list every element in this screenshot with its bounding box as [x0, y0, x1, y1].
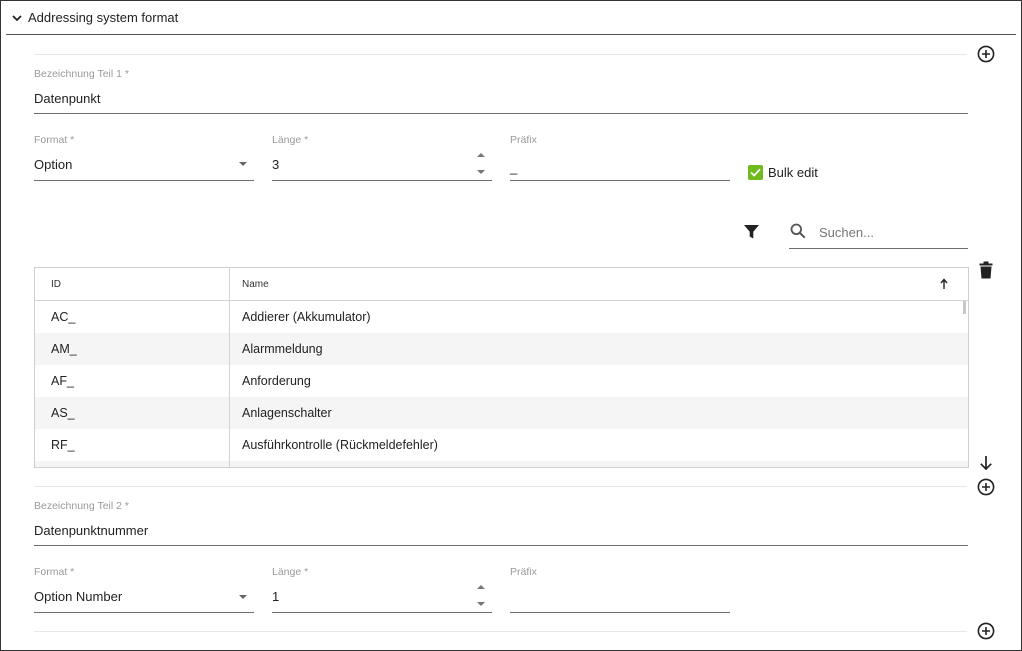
- cell-id: AS_: [51, 406, 75, 420]
- format-underline: [34, 180, 254, 181]
- spin-down-icon[interactable]: [477, 602, 485, 606]
- laenge-label: Länge *: [272, 134, 309, 146]
- header-divider: [6, 34, 1016, 35]
- table-row[interactable]: AC_ Addierer (Akkumulator): [35, 301, 968, 333]
- dropdown-caret-icon[interactable]: [239, 595, 247, 599]
- grid-header: ID Name: [35, 268, 968, 301]
- format-label: Format *: [34, 566, 75, 578]
- add-circle-icon[interactable]: [977, 478, 995, 496]
- bezeichnung-teil-1-input[interactable]: Datenpunkt: [34, 91, 101, 106]
- chevron-down-icon[interactable]: [11, 12, 23, 24]
- spin-up-icon[interactable]: [477, 153, 485, 157]
- praefix-label: Präfix: [510, 134, 537, 146]
- laenge-input[interactable]: 3: [272, 157, 279, 172]
- column-divider: [229, 268, 230, 467]
- add-circle-icon[interactable]: [977, 622, 995, 640]
- cell-id: AF_: [51, 374, 74, 388]
- arrow-down-icon[interactable]: [979, 455, 993, 471]
- search-input[interactable]: [819, 223, 959, 241]
- praefix-underline: [510, 180, 730, 181]
- praefix-input[interactable]: _: [510, 160, 517, 175]
- column-header-name[interactable]: Name: [242, 279, 269, 290]
- cell-name: Ausführkontrolle (Rückmeldefehler): [242, 438, 438, 452]
- data-grid: ID Name AC_ Addierer (Akkumulator) AM_ A…: [34, 267, 969, 468]
- bezeichnung-teil-2-input[interactable]: Datenpunktnummer: [34, 523, 148, 538]
- dropdown-caret-icon[interactable]: [239, 162, 247, 166]
- divider: [34, 54, 967, 55]
- praefix-underline: [510, 612, 730, 613]
- table-row-partial[interactable]: [35, 461, 968, 467]
- bulk-edit-label[interactable]: Bulk edit: [768, 165, 818, 180]
- laenge-underline: [272, 180, 492, 181]
- section-title[interactable]: Addressing system format: [28, 10, 178, 25]
- divider: [34, 486, 967, 487]
- bezeichnung-teil-2-label: Bezeichnung Teil 2 *: [34, 500, 129, 512]
- table-row[interactable]: RF_ Ausführkontrolle (Rückmeldefehler): [35, 429, 968, 461]
- bezeichnung-teil-1-label: Bezeichnung Teil 1 *: [34, 68, 129, 80]
- laenge-label: Länge *: [272, 566, 309, 578]
- format-underline: [34, 612, 254, 613]
- bezeichnung-teil-2-underline: [34, 545, 968, 546]
- trash-icon[interactable]: [979, 261, 993, 279]
- cell-id: AM_: [51, 342, 77, 356]
- cell-id: RF_: [51, 438, 75, 452]
- table-row[interactable]: AM_ Alarmmeldung: [35, 333, 968, 365]
- scrollbar-thumb[interactable]: [963, 301, 966, 314]
- arrow-up-icon[interactable]: [939, 278, 949, 290]
- table-row[interactable]: AS_ Anlagenschalter: [35, 397, 968, 429]
- table-row[interactable]: AF_ Anforderung: [35, 365, 968, 397]
- laenge-input[interactable]: 1: [272, 589, 279, 604]
- format-select[interactable]: Option Number: [34, 589, 122, 604]
- praefix-label: Präfix: [510, 566, 537, 578]
- column-header-id[interactable]: ID: [51, 279, 61, 290]
- bulk-edit-checkbox[interactable]: [748, 165, 763, 180]
- cell-name: Alarmmeldung: [242, 342, 323, 356]
- filter-icon[interactable]: [743, 224, 760, 240]
- spin-down-icon[interactable]: [477, 170, 485, 174]
- cell-name: Addierer (Akkumulator): [242, 310, 371, 324]
- laenge-underline: [272, 612, 492, 613]
- format-label: Format *: [34, 134, 75, 146]
- search-icon[interactable]: [790, 223, 806, 239]
- spin-up-icon[interactable]: [477, 585, 485, 589]
- checkmark-icon: [750, 168, 761, 177]
- search-underline: [789, 248, 968, 249]
- cell-name: Anforderung: [242, 374, 311, 388]
- cell-id: AC_: [51, 310, 76, 324]
- add-circle-icon[interactable]: [977, 45, 995, 63]
- divider: [34, 631, 967, 632]
- cell-name: Anlagenschalter: [242, 406, 332, 420]
- bezeichnung-teil-1-underline: [34, 113, 968, 114]
- format-select[interactable]: Option: [34, 157, 72, 172]
